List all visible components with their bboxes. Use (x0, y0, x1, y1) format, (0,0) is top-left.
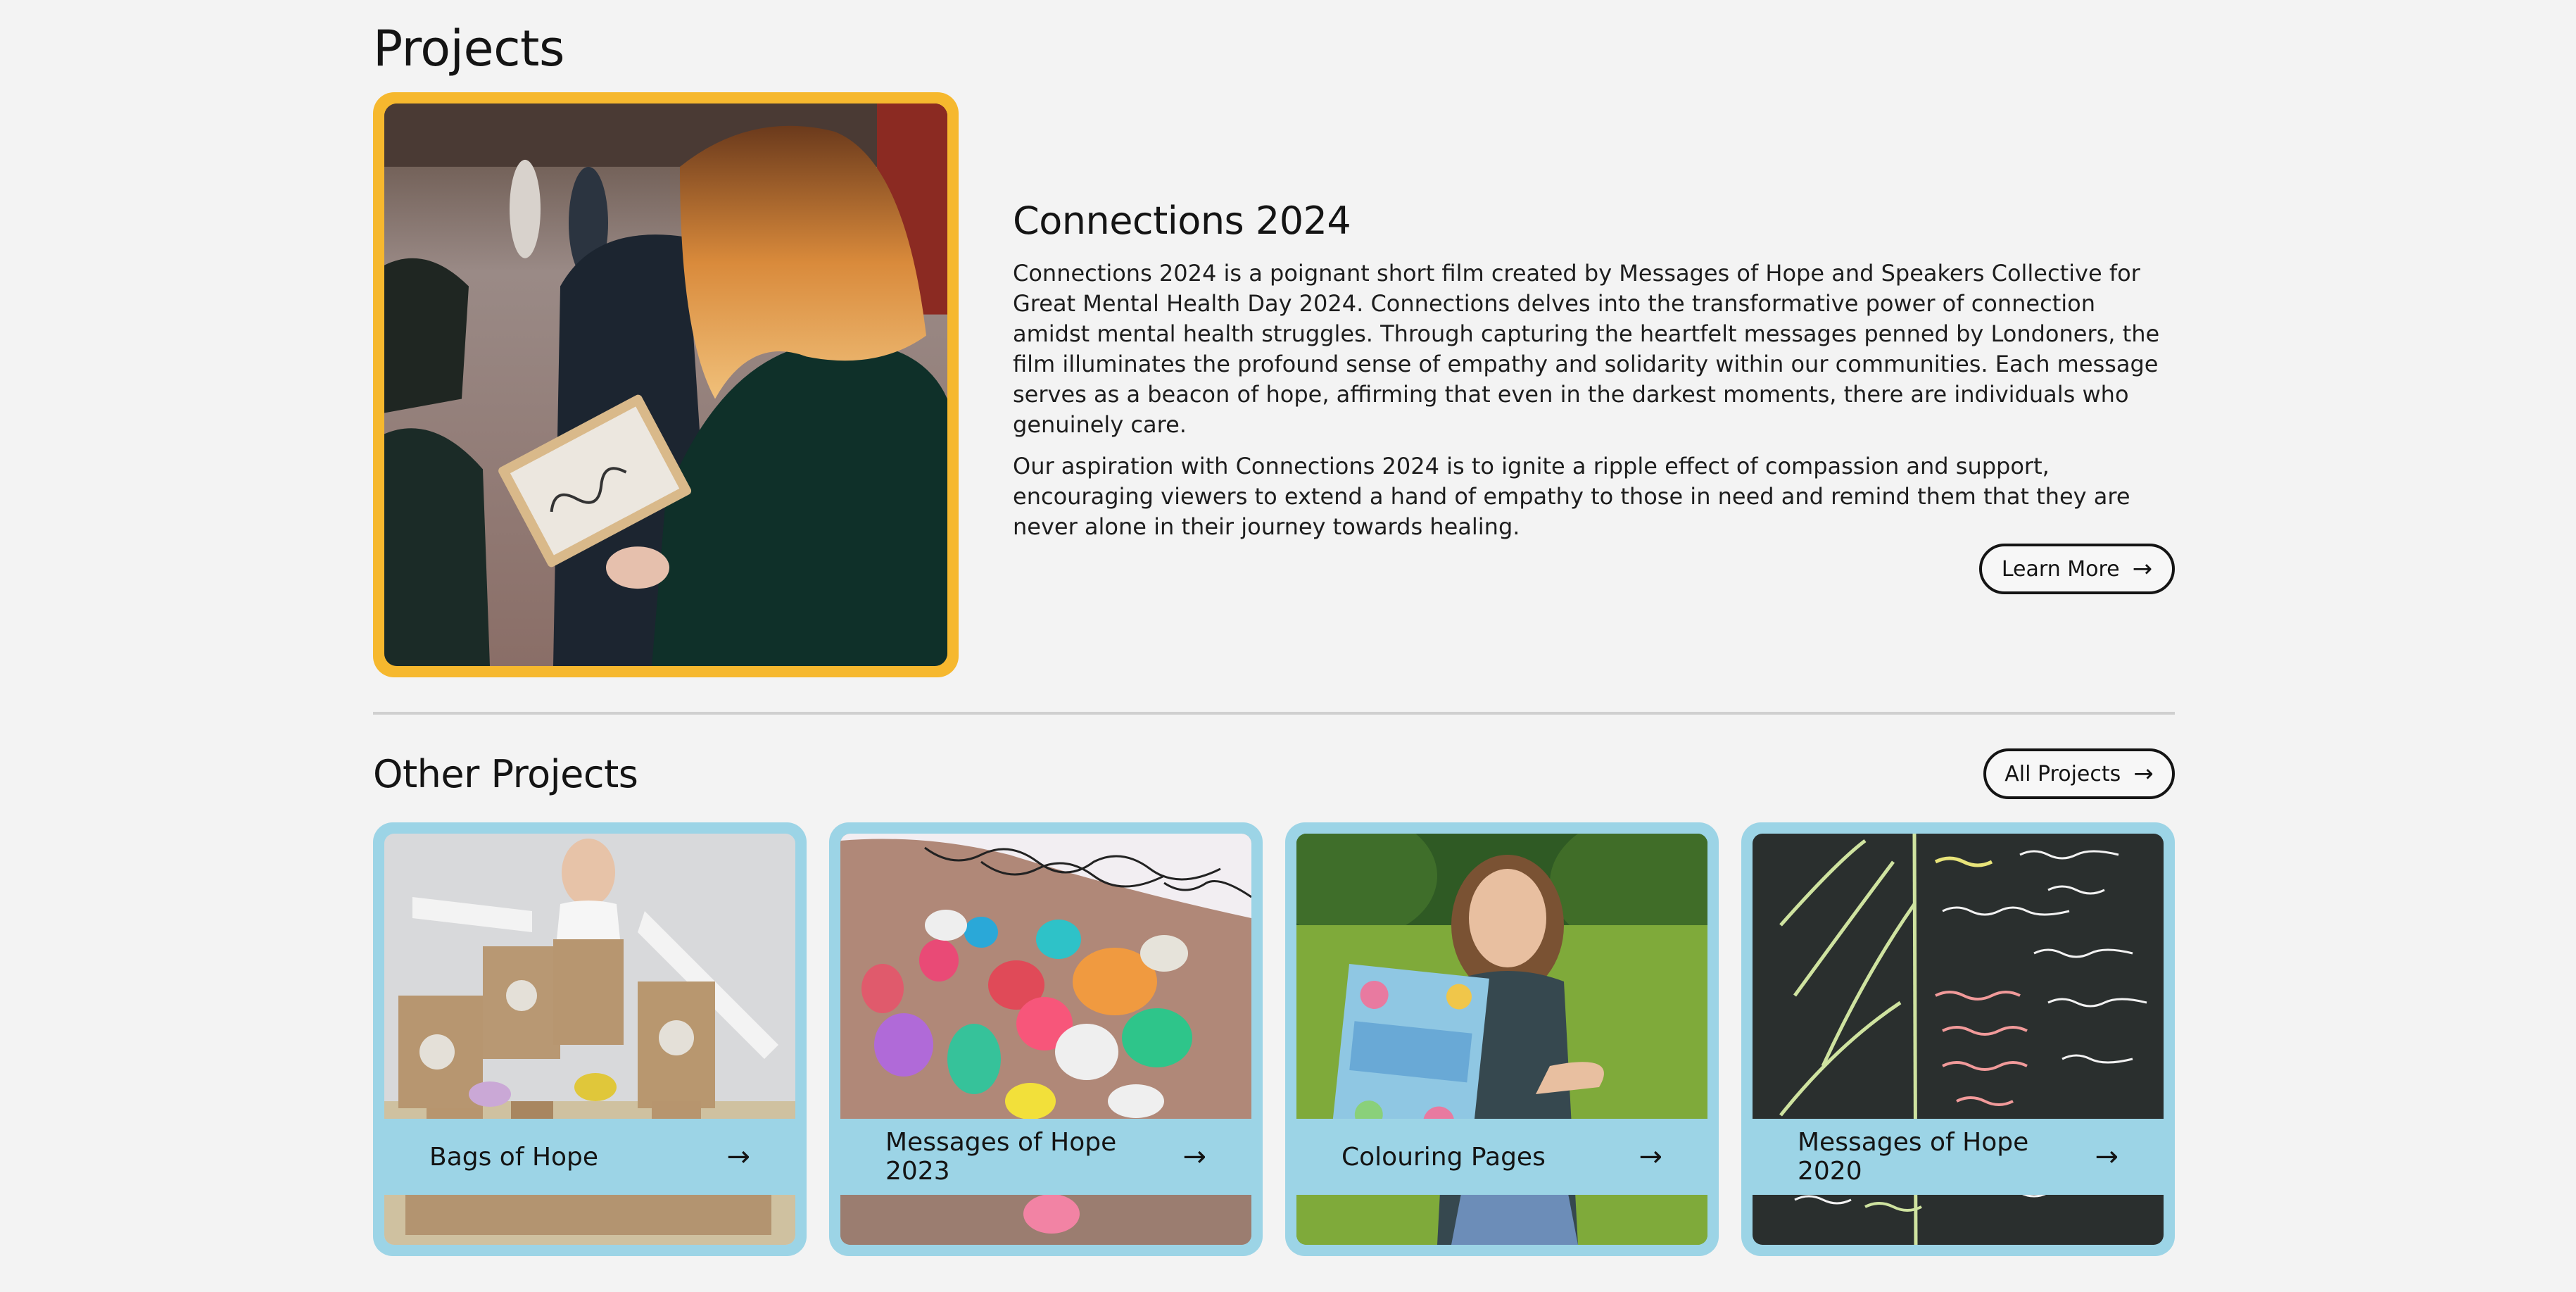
arrow-right-icon: → (2133, 760, 2154, 788)
project-card-label: Messages of Hope 2020 (1798, 1128, 2029, 1186)
other-projects-title: Other Projects (373, 752, 638, 796)
project-card-bar: Colouring Pages → (1296, 1119, 1707, 1195)
learn-more-button[interactable]: Learn More → (1979, 544, 2175, 594)
all-projects-label: All Projects (2004, 761, 2121, 786)
featured-image (384, 104, 947, 666)
section-divider (373, 712, 2175, 715)
arrow-right-icon: → (2132, 555, 2153, 583)
page: Projects Connections 2024 Connections 20… (0, 0, 2576, 1292)
featured-image-frame[interactable] (373, 92, 959, 677)
arrow-right-icon: → (1182, 1141, 1206, 1173)
featured-paragraph-2: Our aspiration with Connections 2024 is … (1013, 453, 2130, 540)
project-card-messages-of-hope-2023[interactable]: Messages of Hope 2023 → (829, 822, 1263, 1256)
project-card-image: Messages of Hope 2020 → (1753, 834, 2164, 1245)
learn-more-label: Learn More (2001, 556, 2120, 582)
project-card-label: Bags of Hope (429, 1142, 599, 1172)
project-card-bar: Messages of Hope 2020 → (1753, 1119, 2164, 1195)
project-card-image: Colouring Pages → (1296, 834, 1707, 1245)
arrow-right-icon: → (1639, 1141, 1662, 1173)
featured-project: Connections 2024 Connections 2024 is a p… (1013, 199, 2174, 553)
project-card-label: Colouring Pages (1341, 1142, 1546, 1172)
project-card-image: Messages of Hope 2023 → (840, 834, 1251, 1245)
page-title: Projects (373, 20, 564, 77)
project-card-label: Messages of Hope 2023 (885, 1128, 1117, 1186)
arrow-right-icon: → (726, 1141, 750, 1173)
project-card-messages-of-hope-2020[interactable]: Messages of Hope 2020 → (1741, 822, 2175, 1256)
project-card-colouring-pages[interactable]: Colouring Pages → (1285, 822, 1719, 1256)
project-card-bags-of-hope[interactable]: Bags of Hope → (373, 822, 807, 1256)
project-card-image: Bags of Hope → (384, 834, 795, 1245)
project-card-bar: Messages of Hope 2023 → (840, 1119, 1251, 1195)
featured-title: Connections 2024 (1013, 199, 1351, 243)
arrow-right-icon: → (2095, 1141, 2119, 1173)
project-card-bar: Bags of Hope → (384, 1119, 795, 1195)
featured-paragraph-1: Connections 2024 is a poignant short fil… (1013, 260, 2160, 438)
all-projects-button[interactable]: All Projects → (1983, 748, 2175, 799)
